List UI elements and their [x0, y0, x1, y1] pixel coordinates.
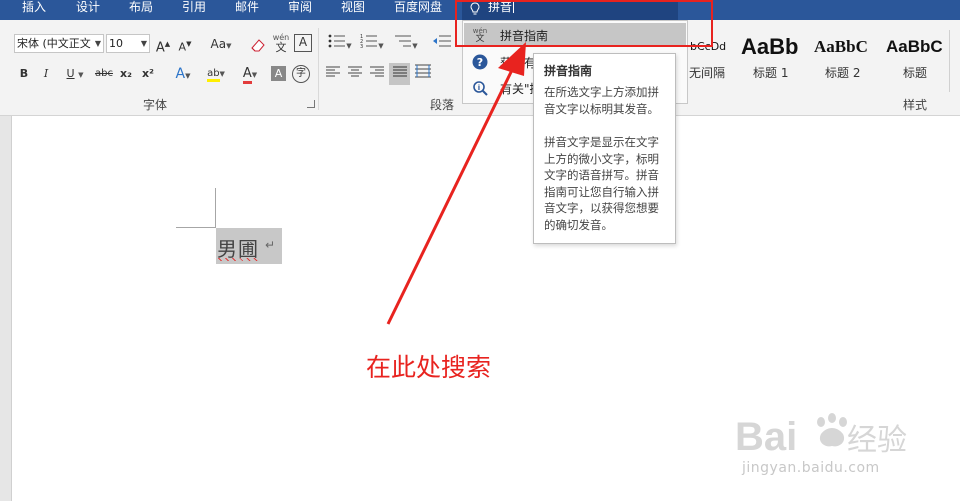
svg-text:经验: 经验	[847, 423, 907, 458]
watermark-url: jingyan.baidu.com	[742, 460, 880, 476]
svg-text:Bai: Bai	[735, 415, 797, 459]
annotation-text: 在此处搜索	[366, 353, 492, 382]
